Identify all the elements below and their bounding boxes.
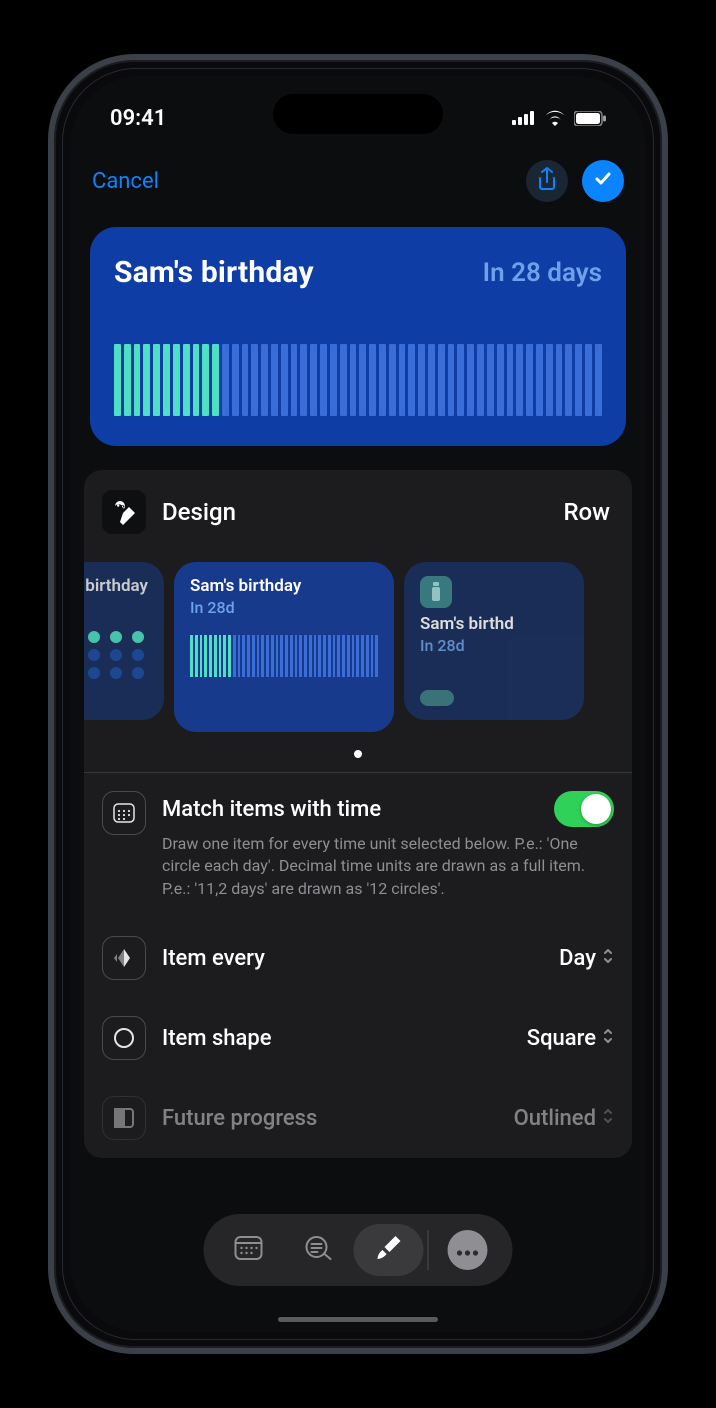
toolbar-calendar-button[interactable] (214, 1224, 284, 1276)
phone-frame: 09:41 Cancel (48, 54, 668, 1354)
circle-icon (102, 1016, 146, 1060)
bottom-toolbar (204, 1214, 513, 1286)
nav-bar: Cancel (70, 146, 646, 220)
match-items-description: Draw one item for every time unit select… (162, 833, 614, 900)
cellular-icon (512, 111, 536, 125)
stepper-icon (602, 1106, 614, 1131)
card-progress (190, 635, 378, 677)
item-every-value: Day (559, 946, 596, 971)
item-every-label: Item every (162, 946, 265, 971)
card-subtitle: In 28d (190, 598, 378, 617)
ellipsis-icon (457, 1241, 479, 1260)
design-option-pill[interactable]: Sam's birthd In 28d (404, 562, 584, 720)
future-progress-row[interactable]: Future progress Outlined (84, 1078, 632, 1158)
preview-subtitle: In 28 days (483, 258, 602, 288)
flashlight-icon (420, 576, 452, 608)
screen: 09:41 Cancel (70, 76, 646, 1332)
toolbar-more-button[interactable] (433, 1224, 503, 1276)
dynamic-island (273, 94, 443, 134)
match-items-row: Match items with time Draw one item for … (84, 773, 632, 918)
wifi-icon (544, 110, 566, 126)
preview-card: Sam's birthday In 28 days (90, 227, 626, 446)
future-progress-value: Outlined (514, 1106, 596, 1131)
design-option-dots[interactable]: Sam's birthday d (84, 562, 164, 720)
design-label: Design (162, 498, 236, 526)
confirm-button[interactable] (582, 160, 624, 202)
match-items-toggle[interactable] (554, 791, 614, 827)
calendar-grid-icon (102, 791, 146, 835)
cancel-button[interactable]: Cancel (92, 169, 159, 194)
match-items-label: Match items with time (162, 797, 381, 822)
item-every-icon (102, 936, 146, 980)
design-icon (102, 490, 146, 534)
design-value: Row (563, 498, 610, 526)
brush-icon (374, 1233, 404, 1267)
item-shape-label: Item shape (162, 1026, 272, 1051)
stepper-icon (602, 1026, 614, 1051)
stepper-icon (602, 946, 614, 971)
preview-title: Sam's birthday (114, 255, 314, 290)
item-shape-row[interactable]: Item shape Square (84, 998, 632, 1078)
progress-bars (114, 344, 602, 416)
card-title: Sam's birthday (190, 576, 378, 596)
home-indicator[interactable] (278, 1317, 438, 1322)
share-button[interactable] (526, 160, 568, 202)
toolbar-text-button[interactable] (284, 1224, 354, 1276)
item-every-row[interactable]: Item every Day (84, 918, 632, 998)
share-icon (537, 167, 557, 195)
card-progress (420, 690, 454, 706)
design-carousel[interactable]: Sam's birthday d Sam's birthday In 28d (84, 550, 632, 750)
text-search-icon (303, 1234, 335, 1266)
content[interactable]: Sam's birthday In 28 days Design Row (70, 211, 646, 1332)
settings-section: Design Row Sam's birthday d (84, 470, 632, 1158)
square-half-icon (102, 1096, 146, 1140)
future-progress-label: Future progress (162, 1106, 317, 1131)
item-shape-value: Square (527, 1026, 596, 1051)
design-row[interactable]: Design Row (84, 470, 632, 550)
status-time: 09:41 (110, 106, 166, 131)
card-subtitle: In 28d (420, 636, 568, 655)
battery-icon (574, 111, 606, 126)
carousel-page-indicator (84, 750, 632, 772)
toolbar-design-button[interactable] (354, 1224, 424, 1276)
calendar-icon (234, 1234, 264, 1266)
design-option-row[interactable]: Sam's birthday In 28d (174, 562, 394, 732)
checkmark-icon (593, 169, 613, 193)
card-title: Sam's birthd (420, 614, 568, 634)
card-title: Sam's birthday (84, 576, 148, 596)
